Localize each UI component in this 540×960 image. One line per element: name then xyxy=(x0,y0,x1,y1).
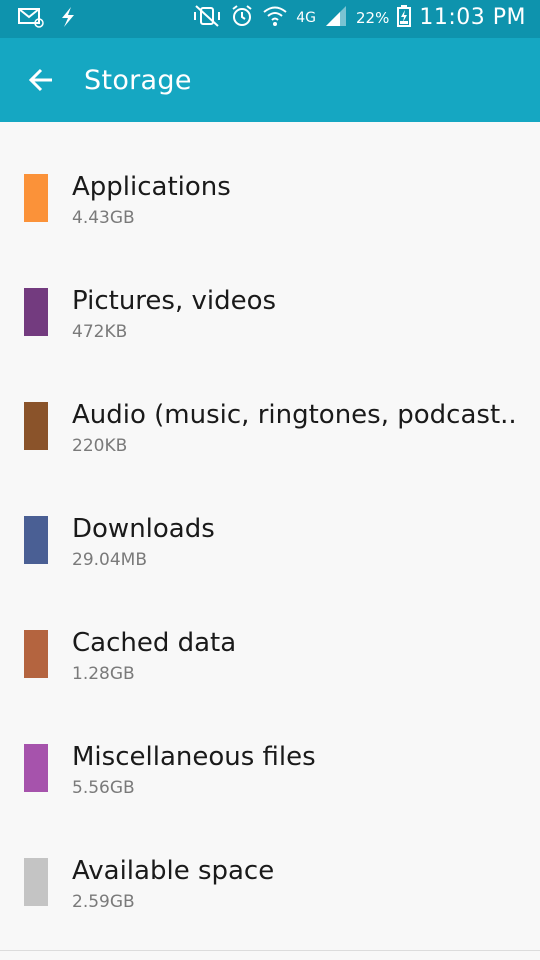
color-swatch xyxy=(24,174,48,222)
item-label: Downloads xyxy=(72,514,215,544)
item-label: Available space xyxy=(72,856,275,886)
color-swatch xyxy=(24,402,48,450)
item-label: Applications xyxy=(72,172,231,202)
status-bar: 4G 22% 11:03 PM xyxy=(0,0,540,38)
battery-percent: 22% xyxy=(356,9,390,27)
clock: 11:03 PM xyxy=(419,5,526,30)
lte-signal-icon xyxy=(324,5,348,31)
email-notification-icon xyxy=(18,6,44,32)
color-swatch xyxy=(24,744,48,792)
color-swatch xyxy=(24,630,48,678)
battery-charging-icon xyxy=(397,5,412,31)
list-item-pictures-videos[interactable]: Pictures, videos 472KB xyxy=(0,236,540,350)
item-label: Miscellaneous files xyxy=(72,742,316,772)
item-size: 29.04MB xyxy=(72,550,147,570)
item-label: Cached data xyxy=(72,628,237,658)
divider xyxy=(0,950,540,951)
wifi-icon xyxy=(262,4,288,32)
item-size: 5.56GB xyxy=(72,778,135,798)
mute-vibrate-icon xyxy=(192,5,222,31)
status-left-icons xyxy=(18,6,78,32)
list-item-downloads[interactable]: Downloads 29.04MB xyxy=(0,464,540,578)
item-size: 220KB xyxy=(72,436,128,456)
item-size: 1.28GB xyxy=(72,664,135,684)
item-size: 472KB xyxy=(72,322,128,342)
color-swatch xyxy=(24,288,48,336)
status-right-icons: 4G 22% 11:03 PM xyxy=(192,4,526,32)
color-swatch xyxy=(24,858,48,906)
list-item-applications[interactable]: Applications 4.43GB xyxy=(0,122,540,236)
item-size: 4.43GB xyxy=(72,208,135,228)
list-item-audio[interactable]: Audio (music, ringtones, podcast.. 220KB xyxy=(0,350,540,464)
network-type-label: 4G xyxy=(296,10,316,26)
list-item-miscellaneous-files[interactable]: Miscellaneous files 5.56GB xyxy=(0,692,540,806)
app-bar: Storage xyxy=(0,38,540,122)
page-title: Storage xyxy=(84,65,192,96)
arrow-back-icon xyxy=(28,68,52,92)
item-label: Pictures, videos xyxy=(72,286,277,316)
item-label: Audio (music, ringtones, podcast.. xyxy=(72,400,517,430)
flash-icon xyxy=(58,6,78,32)
back-button[interactable] xyxy=(22,60,62,100)
item-size: 2.59GB xyxy=(72,892,135,912)
alarm-icon xyxy=(230,4,254,32)
list-item-available-space[interactable]: Available space 2.59GB xyxy=(0,806,540,920)
color-swatch xyxy=(24,516,48,564)
storage-list: Applications 4.43GB Pictures, videos 472… xyxy=(0,122,540,920)
list-item-cached-data[interactable]: Cached data 1.28GB xyxy=(0,578,540,692)
